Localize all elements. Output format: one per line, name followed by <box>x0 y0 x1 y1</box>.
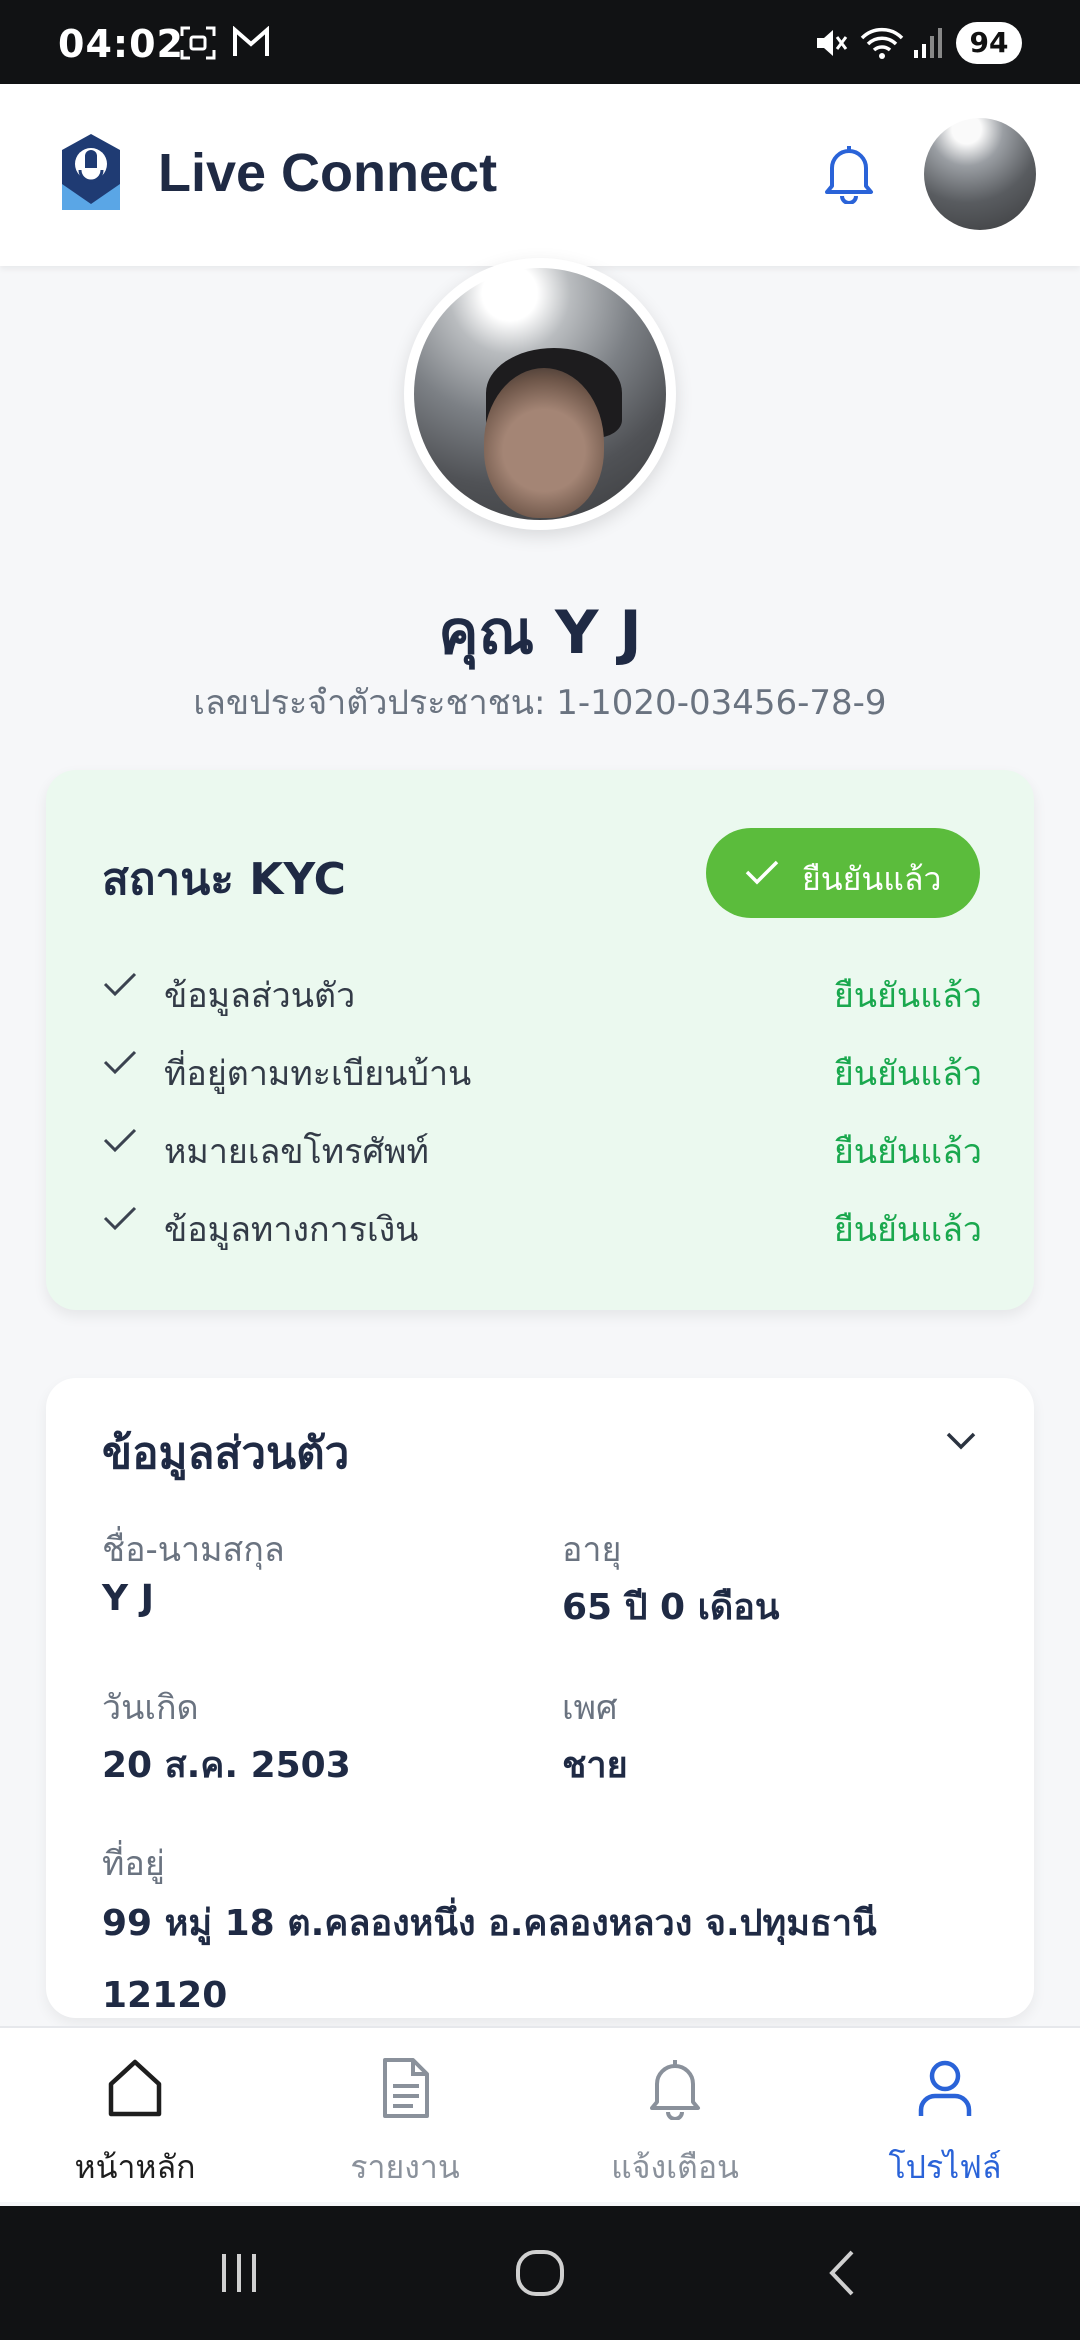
kyc-item-label: ที่อยู่ตามทะเบียนบ้าน <box>164 1054 472 1094</box>
chevron-down-icon[interactable] <box>944 1430 978 1452</box>
profile-name: คุณ Y J <box>438 598 642 668</box>
system-nav-bar <box>0 2206 1080 2340</box>
profile-citizen-id: เลขประจำตัวประชาชน: 1-1020-03456-78-9 <box>193 683 887 723</box>
bottom-nav: หน้าหลัก รายงาน แจ้งเตือน โปรไฟล์ <box>0 2026 1080 2202</box>
age-label: อายุ <box>562 1530 622 1570</box>
battery-indicator: 94 <box>956 22 1022 64</box>
profile-avatar <box>404 258 676 530</box>
dob-label: วันเกิด <box>102 1688 199 1728</box>
kyc-item-status: ยืนยันแล้ว <box>833 1132 982 1172</box>
check-icon <box>103 1206 137 1231</box>
address-value: 99 หมู่ 18 ต.คลองหนึ่ง อ.คลองหลวง จ.ปทุม… <box>102 1903 877 2016</box>
kyc-item: ข้อมูลทางการเงิน ยืนยันแล้ว <box>102 1194 982 1254</box>
kyc-item-status: ยืนยันแล้ว <box>833 976 982 1016</box>
bell-icon[interactable] <box>820 142 878 204</box>
app-logo <box>62 134 120 210</box>
kyc-item-label: ข้อมูลส่วนตัว <box>164 976 356 1016</box>
home-icon <box>108 2059 162 2117</box>
name-value: Y J <box>102 1578 154 1619</box>
signal-icon <box>914 28 942 58</box>
back-icon[interactable] <box>822 2248 862 2298</box>
name-label: ชื่อ-นามสกุล <box>102 1530 285 1570</box>
recent-apps-icon[interactable] <box>214 2248 264 2298</box>
nav-alerts-label: แจ้งเตือน <box>611 2148 739 2186</box>
kyc-item-label: ข้อมูลทางการเงิน <box>164 1210 419 1250</box>
gender-value: ชาย <box>562 1745 628 1786</box>
status-time: 04:02 <box>58 22 184 66</box>
wifi-icon <box>860 27 904 59</box>
check-icon <box>103 1128 137 1153</box>
kyc-title: สถานะ KYC <box>102 854 346 905</box>
kyc-verified-badge: ยืนยันแล้ว <box>706 828 980 918</box>
personal-info-title: ข้อมูลส่วนตัว <box>102 1428 350 1479</box>
app-header: Live Connect <box>0 84 1080 266</box>
check-icon <box>103 1050 137 1075</box>
header-avatar[interactable] <box>924 118 1036 230</box>
nav-alerts[interactable]: แจ้งเตือน <box>540 2028 810 2204</box>
kyc-item: ที่อยู่ตามทะเบียนบ้าน ยืนยันแล้ว <box>102 1038 982 1098</box>
kyc-item-status: ยืนยันแล้ว <box>833 1054 982 1094</box>
kyc-item: ข้อมูลส่วนตัว ยืนยันแล้ว <box>102 960 982 1020</box>
dob-value: 20 ส.ค. 2503 <box>102 1745 351 1786</box>
profile-photo <box>414 268 666 520</box>
personal-info-card: ข้อมูลส่วนตัว ชื่อ-นามสกุล Y J อายุ 65 ป… <box>46 1378 1034 2018</box>
nav-home[interactable]: หน้าหลัก <box>0 2028 270 2204</box>
check-icon <box>745 860 779 885</box>
qr-scan-icon <box>180 26 216 60</box>
gender-label: เพศ <box>562 1688 618 1728</box>
age-value: 65 ปี 0 เดือน <box>562 1587 780 1628</box>
app-title: Live Connect <box>158 143 498 203</box>
address-label: ที่อยู่ <box>102 1844 165 1884</box>
kyc-item: หมายเลขโทรศัพท์ ยืนยันแล้ว <box>102 1116 982 1176</box>
kyc-item-status: ยืนยันแล้ว <box>833 1210 982 1250</box>
kyc-status-card: สถานะ KYC ยืนยันแล้ว ข้อมูลส่วนตัว ยืนยั… <box>46 770 1034 1310</box>
nav-reports[interactable]: รายงาน <box>270 2028 540 2204</box>
mute-icon <box>817 30 848 56</box>
nav-reports-label: รายงาน <box>350 2148 460 2186</box>
user-icon <box>918 2060 972 2116</box>
nav-home-label: หน้าหลัก <box>74 2148 196 2186</box>
document-icon <box>383 2058 429 2118</box>
kyc-badge-label: ยืนยันแล้ว <box>802 860 942 898</box>
home-system-icon[interactable] <box>514 2248 566 2298</box>
kyc-item-label: หมายเลขโทรศัพท์ <box>164 1132 429 1172</box>
nav-profile-label: โปรไฟล์ <box>888 2148 1002 2186</box>
nav-profile[interactable]: โปรไฟล์ <box>810 2028 1080 2204</box>
check-icon <box>103 972 137 997</box>
gmail-icon <box>233 26 269 56</box>
status-bar: 04:02 94 <box>0 0 1080 84</box>
bell-icon <box>650 2060 700 2120</box>
